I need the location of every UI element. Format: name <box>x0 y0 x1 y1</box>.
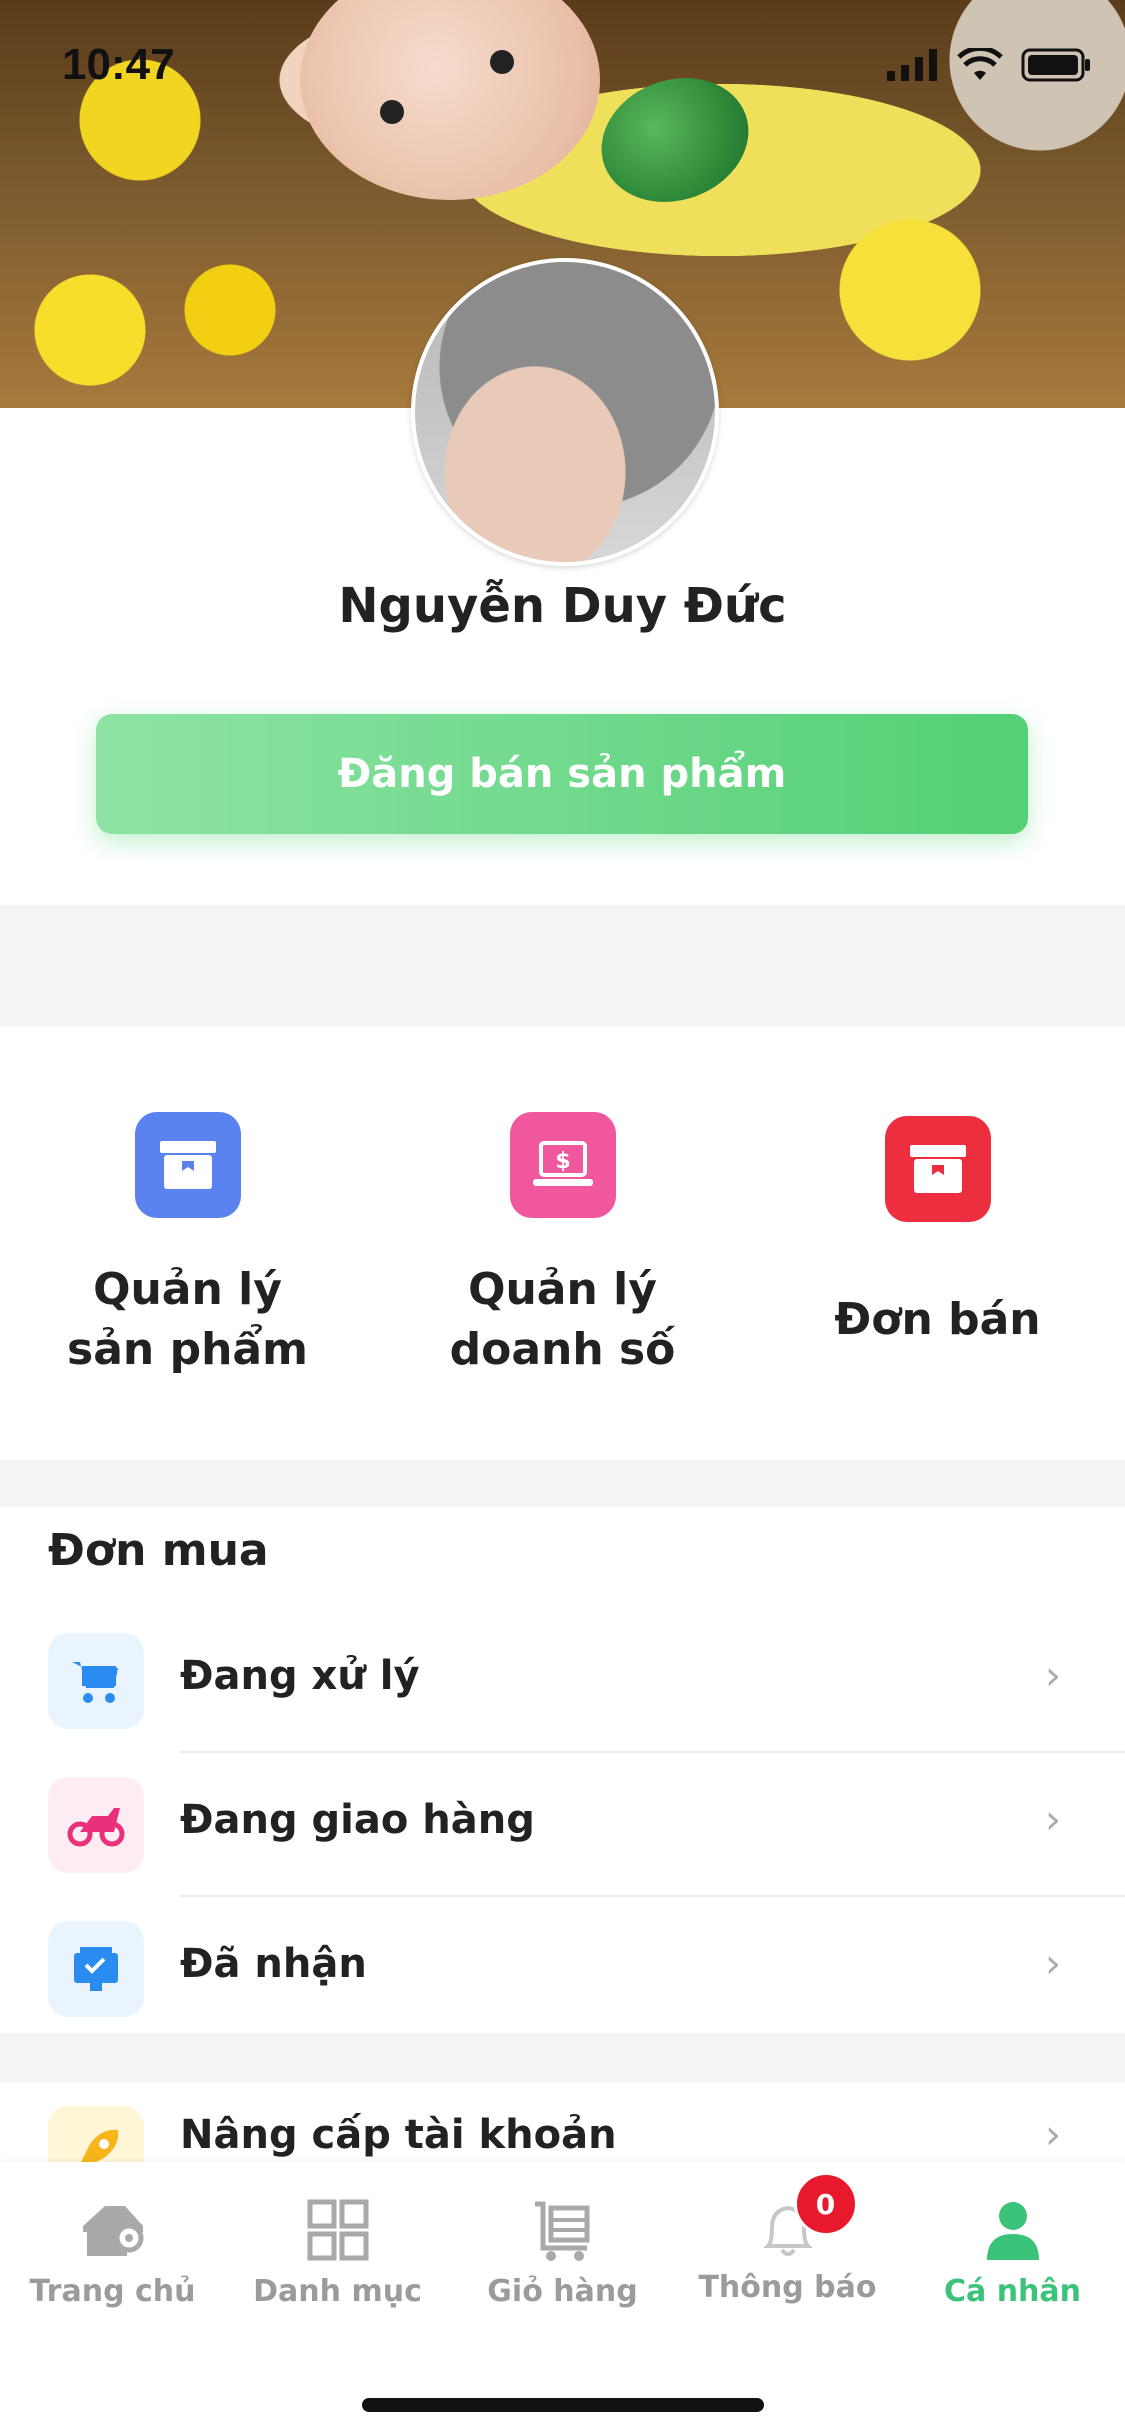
tab-label: Thông báo <box>698 2270 877 2305</box>
cart-icon <box>534 2201 589 2261</box>
chevron-right-icon: › <box>1045 1797 1061 1843</box>
tab-categories[interactable]: Danh mục <box>225 2198 450 2309</box>
store-box-icon <box>135 1112 241 1218</box>
tab-home[interactable]: Trang chủ <box>0 2198 225 2309</box>
chevron-right-icon: › <box>1045 2112 1061 2158</box>
seller-tools-panel: Quản lý sản phẩm $ Quản lý doanh số Đơn … <box>0 1026 1125 1460</box>
motorbike-icon <box>48 1777 144 1873</box>
tab-cart[interactable]: Giỏ hàng <box>450 2198 675 2309</box>
store-box-icon <box>885 1116 991 1222</box>
home-icon <box>82 2206 143 2256</box>
signal-icon <box>887 49 937 81</box>
tab-profile[interactable]: Cá nhân <box>900 2198 1125 2309</box>
order-row-shipping[interactable]: Đang giao hàng › <box>0 1753 1125 1897</box>
tab-label: Giỏ hàng <box>487 2274 638 2309</box>
eye <box>380 100 404 124</box>
status-icons <box>887 48 1091 82</box>
rocket-icon <box>48 2106 144 2162</box>
upgrade-account-row[interactable]: Nâng cấp tài khoản › <box>0 2082 1125 2162</box>
tool-label: doanh số <box>449 1324 676 1375</box>
grid-icon <box>307 2199 368 2261</box>
laptop-dollar-icon: $ <box>510 1112 616 1218</box>
post-product-button[interactable]: Đăng bán sản phẩm <box>96 714 1028 834</box>
order-row-received[interactable]: Đã nhận › <box>0 1897 1125 2041</box>
buy-orders-panel: Đơn mua Đang xử lý › Đang giao hàng › Đã… <box>0 1507 1125 2033</box>
order-label: Đang xử lý <box>180 1653 420 1699</box>
received-box-icon <box>48 1921 144 2017</box>
home-indicator <box>362 2398 764 2412</box>
status-time: 10:47 <box>62 40 175 89</box>
cover-baby-illustration <box>300 0 600 200</box>
tool-label: Quản lý <box>468 1264 657 1315</box>
svg-text:$: $ <box>555 1149 570 1174</box>
avatar[interactable] <box>411 258 719 566</box>
tab-label: Danh mục <box>253 2274 422 2309</box>
wifi-icon <box>957 48 1003 80</box>
tab-label: Trang chủ <box>29 2274 196 2309</box>
tool-label: Đơn bán <box>834 1294 1041 1345</box>
person-icon <box>986 2202 1039 2260</box>
order-label: Đang giao hàng <box>180 1797 535 1843</box>
order-row-processing[interactable]: Đang xử lý › <box>0 1609 1125 1753</box>
chevron-right-icon: › <box>1045 1941 1061 1987</box>
section-title: Đơn mua <box>48 1525 269 1576</box>
cart-icon <box>48 1633 144 1729</box>
tool-label: Quản lý <box>93 1264 282 1315</box>
tab-notifications[interactable]: 0 Thông báo <box>675 2172 900 2305</box>
cover-leaf-package <box>584 57 766 223</box>
tool-label: sản phẩm <box>67 1324 308 1375</box>
tab-bar: Trang chủ Danh mục Giỏ hàng 0 Thông báo … <box>0 2162 1125 2436</box>
tab-label: Cá nhân <box>943 2274 1082 2309</box>
upgrade-label: Nâng cấp tài khoản <box>180 2112 617 2158</box>
chevron-right-icon: › <box>1045 1653 1061 1699</box>
order-label: Đã nhận <box>180 1941 367 1987</box>
notification-badge: 0 <box>793 2172 858 2236</box>
battery-icon <box>1021 48 1090 82</box>
user-name: Nguyễn Duy Đức <box>338 578 787 634</box>
eye <box>490 50 514 74</box>
